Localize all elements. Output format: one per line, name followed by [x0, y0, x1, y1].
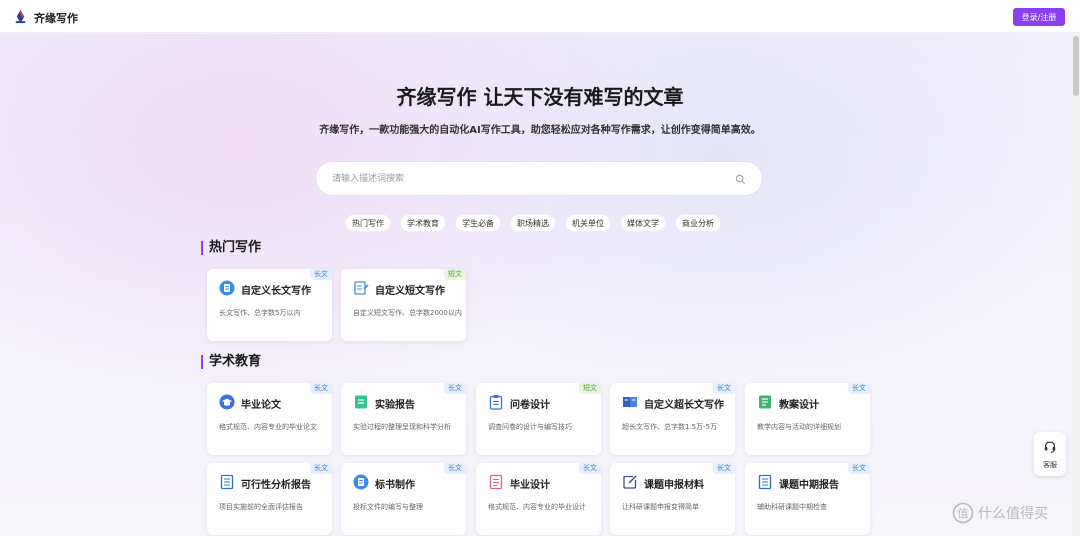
section-title-academic: 学术教育: [201, 355, 261, 369]
lesson-plan-icon: [759, 395, 771, 409]
tag-workplace[interactable]: 职场精选: [510, 214, 556, 232]
badge-long: 长文: [310, 463, 332, 474]
card-custom-extra-long[interactable]: 长文 自定义超长文写作 超长文写作、总字数1.5万-5万: [610, 383, 735, 455]
badge-long: 长文: [848, 383, 870, 394]
card-graduation-design[interactable]: 长文 毕业设计 格式规范、内容专业的毕业设计: [476, 463, 601, 535]
tag-business[interactable]: 商业分析: [675, 214, 721, 232]
card-desc: 调查问卷的设计与编写技巧: [488, 423, 572, 431]
tag-student[interactable]: 学生必备: [455, 214, 501, 232]
document-circle-icon: [219, 280, 235, 296]
watermark-logo-icon: 值: [952, 502, 974, 524]
card-title: 教案设计: [779, 400, 819, 411]
card-desc: 实验过程的整理呈现和科学分析: [353, 423, 451, 431]
pen-square-icon: [623, 475, 637, 489]
card-lesson-plan[interactable]: 长文 教案设计 教学内容与活动的详细规划: [745, 383, 870, 455]
badge-long: 长文: [444, 463, 466, 474]
customer-service-label: 客服: [1043, 461, 1057, 469]
page-title: 齐缘写作 让天下没有难写的文章: [396, 85, 684, 109]
design-document-icon: [489, 474, 503, 490]
card-desc: 自定义短文写作、总字数2000以内: [353, 309, 462, 317]
badge-long: 长文: [444, 383, 466, 394]
card-project-application[interactable]: 长文 课题申报材料 让科研课题申报变得简单: [610, 463, 735, 535]
customer-service-button[interactable]: 客服: [1034, 432, 1066, 476]
midterm-report-icon: [758, 474, 772, 490]
card-desc: 超长文写作、总字数1.5万-5万: [622, 423, 718, 431]
clipboard-icon: [489, 395, 503, 410]
badge-long: 长文: [579, 463, 601, 474]
watermark-text: 什么值得买: [978, 506, 1048, 522]
brand-name[interactable]: 齐缘写作: [34, 10, 78, 26]
card-title: 自定义短文写作: [375, 286, 445, 297]
book-icon: [623, 397, 637, 408]
card-desc: 格式规范、内容专业的毕业设计: [488, 503, 586, 511]
card-custom-short[interactable]: 短文 自定义短文写作 自定义短文写作、总字数2000以内: [341, 269, 466, 341]
tag-academic[interactable]: 学术教育: [400, 214, 446, 232]
headset-icon: [1044, 441, 1056, 453]
card-questionnaire[interactable]: 短文 问卷设计 调查问卷的设计与编写技巧: [476, 383, 601, 455]
card-desc: 投标文件的编写与整理: [353, 503, 423, 511]
badge-short: 短文: [579, 383, 601, 394]
card-feasibility-report[interactable]: 长文 可行性分析报告 项目实施前的全面评估报告: [207, 463, 332, 535]
tag-government[interactable]: 机关单位: [565, 214, 611, 232]
svg-text:值: 值: [958, 507, 969, 520]
analysis-report-icon: [220, 474, 234, 490]
top-bar: 齐缘写作 登录/注册: [0, 0, 1080, 33]
watermark: 值 什么值得买: [952, 502, 1048, 524]
search-box[interactable]: [315, 161, 763, 196]
card-desc: 长文写作、总字数5万以内: [219, 309, 301, 317]
bid-document-icon: [353, 474, 369, 490]
card-lab-report[interactable]: 长文 实验报告 实验过程的整理呈现和科学分析: [341, 383, 466, 455]
section-title-hot: 热门写作: [201, 241, 261, 255]
card-desc: 教学内容与活动的详细规划: [757, 423, 841, 431]
card-bid-document[interactable]: 长文 标书制作 投标文件的编写与整理: [341, 463, 466, 535]
login-register-button[interactable]: 登录/注册: [1013, 8, 1065, 26]
search-input[interactable]: [332, 171, 722, 187]
graduation-cap-icon: [219, 394, 235, 410]
card-custom-long[interactable]: 长文 自定义长文写作 长文写作、总字数5万以内: [207, 269, 332, 341]
card-title: 课题申报材料: [644, 480, 704, 491]
page-subtitle: 齐缘写作，一款功能强大的自动化AI写作工具，助您轻松应对各种写作需求，让创作变得…: [319, 125, 761, 136]
card-desc: 格式规范、内容专业的毕业论文: [219, 423, 317, 431]
badge-long: 长文: [310, 269, 332, 280]
card-desc: 让科研课题申报变得简单: [622, 503, 699, 511]
badge-long: 长文: [713, 463, 735, 474]
card-title: 课题中期报告: [779, 480, 839, 491]
card-title: 自定义超长文写作: [644, 400, 724, 411]
tag-media[interactable]: 媒体文学: [620, 214, 666, 232]
report-icon: [355, 395, 367, 409]
card-title: 实验报告: [375, 400, 415, 411]
card-title: 问卷设计: [510, 400, 550, 411]
badge-long: 长文: [713, 383, 735, 394]
logo-icon[interactable]: [13, 9, 28, 24]
badge-long: 长文: [848, 463, 870, 474]
card-title: 标书制作: [375, 480, 415, 491]
card-title: 毕业设计: [510, 480, 550, 491]
card-thesis[interactable]: 长文 毕业论文 格式规范、内容专业的毕业论文: [207, 383, 332, 455]
category-tags: 热门写作 学术教育 学生必备 职场精选 机关单位 媒体文学 商业分析: [345, 214, 721, 232]
badge-long: 长文: [310, 383, 332, 394]
badge-short: 短文: [444, 269, 466, 280]
card-title: 自定义长文写作: [241, 286, 311, 297]
card-desc: 项目实施前的全面评估报告: [219, 503, 303, 511]
card-midterm-report[interactable]: 长文 课题中期报告 辅助科研课题中期检查: [745, 463, 870, 535]
search-icon[interactable]: [735, 174, 746, 185]
card-title: 可行性分析报告: [241, 480, 311, 491]
edit-document-icon: [354, 281, 369, 295]
card-title: 毕业论文: [241, 400, 281, 411]
card-desc: 辅助科研课题中期检查: [757, 503, 827, 511]
tag-hot-writing[interactable]: 热门写作: [345, 214, 391, 232]
